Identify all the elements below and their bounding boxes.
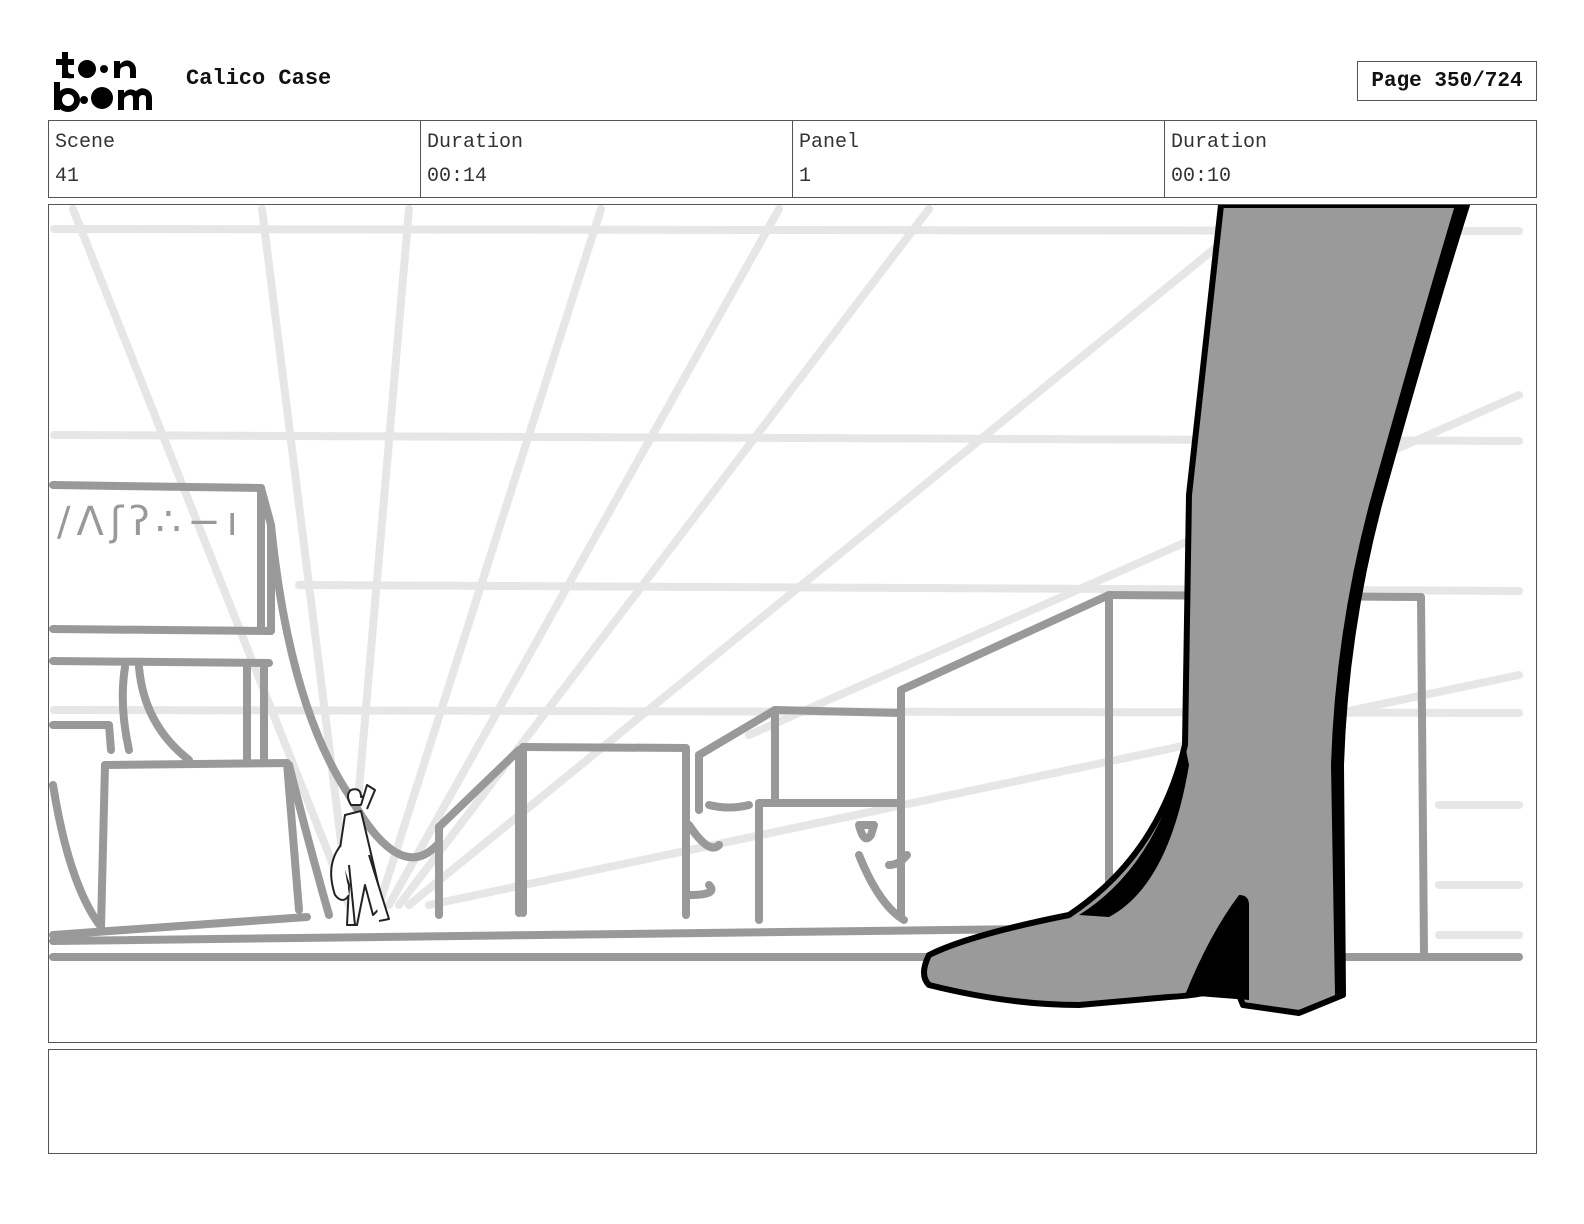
panel-label: Panel (799, 131, 860, 154)
panel-duration-cell: Duration 00:10 (1165, 121, 1536, 197)
scene-duration-cell: Duration 00:14 (421, 121, 793, 197)
scene-cell: Scene 41 (49, 121, 421, 197)
scene-duration-value: 00:14 (427, 165, 488, 188)
panel-sketch: ∕Λʃʔ∴−ı (49, 205, 1523, 1016)
panel-duration-value: 00:10 (1171, 165, 1232, 188)
panel-notes-box[interactable] (48, 1049, 1537, 1154)
storyboard-info-bar: Scene 41 Duration 00:14 Panel 1 Duration… (48, 120, 1537, 198)
toon-boom-logo-icon (54, 52, 152, 112)
scene-duration-label: Duration (427, 131, 524, 154)
page-indicator: Page 350/724 (1357, 61, 1537, 101)
panel-cell: Panel 1 (793, 121, 1165, 197)
panel-value: 1 (799, 165, 812, 188)
scene-label: Scene (55, 131, 116, 154)
giant-boot (921, 205, 1470, 1016)
toon-boom-logo (52, 50, 164, 112)
scene-value: 41 (55, 165, 80, 188)
sign-glyphs: ∕Λʃʔ∴−ı (57, 499, 244, 545)
storyboard-panel-image: ∕Λʃʔ∴−ı (48, 204, 1537, 1043)
panel-duration-label: Duration (1171, 131, 1268, 154)
project-title: Calico Case (186, 66, 332, 91)
